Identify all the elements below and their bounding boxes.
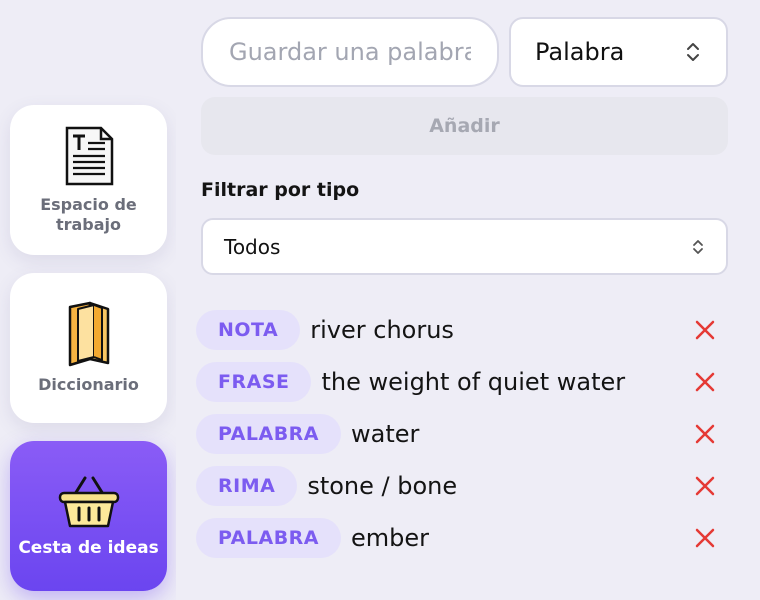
delete-icon[interactable] xyxy=(694,423,716,445)
idea-text: river chorus xyxy=(310,316,454,344)
list-item: FRASE the weight of quiet water xyxy=(196,362,740,402)
list-item: PALABRA water xyxy=(196,414,740,454)
type-badge: RIMA xyxy=(196,466,298,506)
nav-dictionary[interactable]: Diccionario xyxy=(10,273,167,423)
type-badge: PALABRA xyxy=(196,414,342,454)
main-panel: Palabra Añadir Filtrar por tipo Todos NO… xyxy=(176,0,740,600)
idea-text: the weight of quiet water xyxy=(321,368,626,396)
add-button[interactable]: Añadir xyxy=(201,97,728,155)
idea-text: ember xyxy=(351,524,430,552)
type-badge: FRASE xyxy=(196,362,312,402)
filter-select-value: Todos xyxy=(224,234,281,259)
nav-idea-basket-label: Cesta de ideas xyxy=(18,538,159,558)
filter-title: Filtrar por tipo xyxy=(201,179,360,201)
delete-icon[interactable] xyxy=(694,319,716,341)
idea-text: stone / bone xyxy=(307,472,458,500)
nav-workspace[interactable]: Espacio de trabajo xyxy=(10,105,167,255)
delete-icon[interactable] xyxy=(694,475,716,497)
document-icon xyxy=(65,126,113,186)
type-badge: NOTA xyxy=(196,310,301,350)
chevron-updown-icon xyxy=(687,43,699,61)
nav-idea-basket[interactable]: Cesta de ideas xyxy=(10,441,167,591)
delete-icon[interactable] xyxy=(694,371,716,393)
basket-icon xyxy=(58,476,119,528)
nav-dictionary-label: Diccionario xyxy=(38,375,139,394)
type-select[interactable]: Palabra xyxy=(509,17,728,87)
list-item: PALABRA ember xyxy=(196,518,740,558)
nav-workspace-label: Espacio de trabajo xyxy=(40,195,137,234)
list-item: NOTA river chorus xyxy=(196,310,740,350)
delete-icon[interactable] xyxy=(694,527,716,549)
filter-select[interactable]: Todos xyxy=(201,218,728,275)
chevron-updown-icon xyxy=(693,239,703,254)
word-input[interactable] xyxy=(229,38,471,66)
idea-text: water xyxy=(351,420,420,448)
sidebar: Espacio de trabajo Diccionario Cesta de … xyxy=(0,0,176,600)
list-item: RIMA stone / bone xyxy=(196,466,740,506)
idea-list: NOTA river chorus FRASE the weight of qu… xyxy=(196,310,740,570)
book-icon xyxy=(68,301,109,367)
word-input-wrapper xyxy=(201,17,499,87)
type-badge: PALABRA xyxy=(196,518,342,558)
type-select-value: Palabra xyxy=(535,38,625,66)
